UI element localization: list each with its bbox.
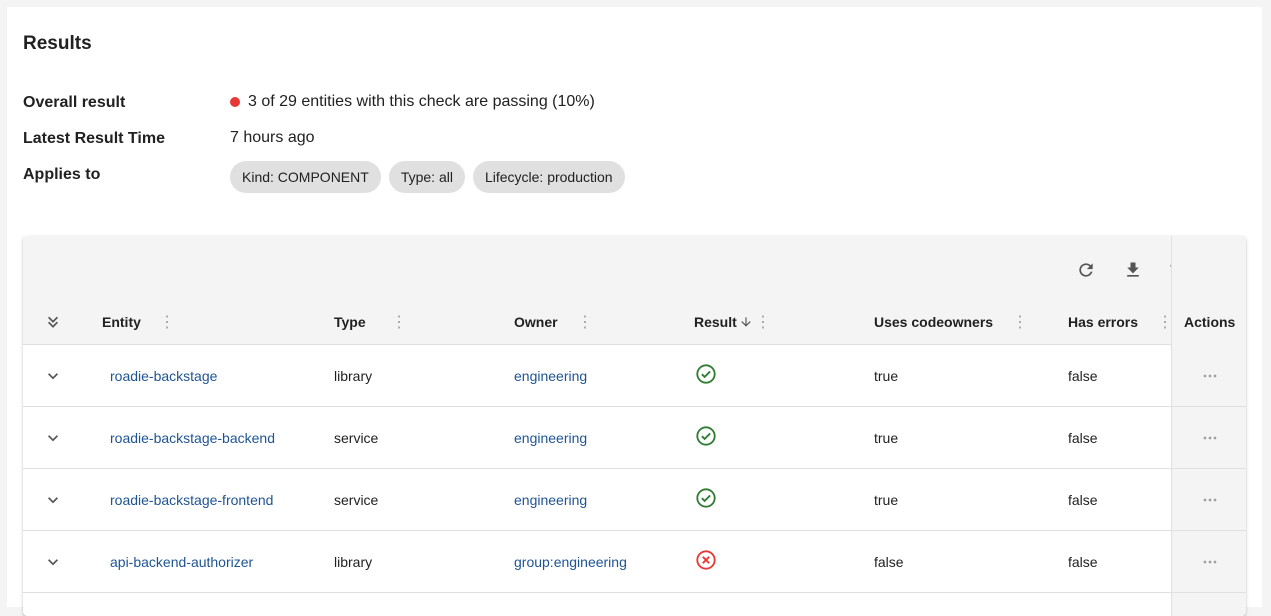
column-menu-icon[interactable]: ⋮	[577, 314, 593, 331]
results-title: Results	[23, 33, 92, 54]
check-circle-icon	[695, 345, 717, 403]
expand-all-icon[interactable]	[43, 300, 63, 344]
results-card: Results Overall result 3 of 29 entities …	[7, 7, 1262, 616]
uses-codeowners-cell: false	[874, 553, 904, 570]
table-row: roadie-backstage-frontend service engineer…	[23, 469, 1246, 531]
expand-row-chevron-down-icon[interactable]	[43, 345, 63, 406]
chip-type: Type: all	[388, 161, 465, 193]
cancel-circle-icon	[695, 531, 717, 589]
overall-result-value: 3 of 29 entities with this check are pas…	[230, 93, 595, 111]
owner-link[interactable]: engineering	[514, 345, 587, 406]
table-header: Entity ⋮ Type ⋮ Owner ⋮ Result ⋮ Uses co…	[23, 300, 1246, 345]
column-menu-icon[interactable]: ⋮	[755, 314, 771, 331]
entity-link[interactable]: roadie-backstage	[110, 345, 217, 406]
has-errors-cell: false	[1068, 553, 1098, 570]
entity-link[interactable]: api-backend-authorizer	[110, 531, 253, 592]
expand-row-chevron-down-icon[interactable]	[43, 469, 63, 530]
column-header-owner[interactable]: Owner	[514, 300, 558, 344]
table-row: api-backend-authorizer library group:engin…	[23, 531, 1246, 593]
column-header-type[interactable]: Type	[334, 300, 366, 344]
column-menu-icon[interactable]: ⋮	[159, 314, 175, 331]
uses-codeowners-cell: true	[874, 367, 899, 384]
expand-row-chevron-down-icon[interactable]	[43, 531, 63, 592]
row-actions-more-icon[interactable]	[1172, 407, 1246, 469]
column-header-result-label: Result	[694, 314, 737, 330]
entity-link[interactable]: roadie-backstage-frontend	[110, 469, 273, 530]
applies-to-chips: Kind: COMPONENT Type: all Lifecycle: pro…	[230, 161, 625, 193]
column-header-has-errors[interactable]: Has errors	[1068, 300, 1138, 344]
has-errors-cell: false	[1068, 429, 1098, 446]
latest-result-time-value: 7 hours ago	[230, 129, 315, 146]
column-header-actions: Actions	[1184, 314, 1236, 330]
column-header-entity[interactable]: Entity	[102, 300, 141, 344]
status-dot-icon	[230, 97, 240, 107]
applies-to-label: Applies to	[23, 166, 101, 183]
refresh-icon[interactable]	[1074, 258, 1098, 282]
type-cell: library	[334, 367, 373, 384]
row-actions-more-icon[interactable]	[1172, 469, 1246, 531]
type-cell: service	[334, 491, 379, 508]
column-header-uses-codeowners[interactable]: Uses codeowners	[874, 300, 993, 344]
chip-lifecycle: Lifecycle: production	[472, 161, 625, 193]
column-header-result[interactable]: Result	[694, 300, 753, 344]
row-actions-more-icon[interactable]	[1172, 531, 1246, 593]
entities-table: Entity ⋮ Type ⋮ Owner ⋮ Result ⋮ Uses co…	[23, 236, 1246, 616]
latest-result-time-label: Latest Result Time	[23, 130, 165, 147]
column-menu-icon[interactable]: ⋮	[1012, 314, 1028, 331]
download-icon[interactable]	[1121, 258, 1145, 282]
table-toolbar	[23, 236, 1246, 300]
check-circle-icon	[695, 469, 717, 527]
table-row: roadie-backstage-backend service engineeri…	[23, 407, 1246, 469]
entity-link[interactable]: roadie-backstage-backend	[110, 407, 275, 468]
column-menu-icon[interactable]: ⋮	[391, 314, 407, 331]
type-cell: service	[334, 429, 379, 446]
uses-codeowners-cell: true	[874, 491, 899, 508]
check-circle-icon	[695, 407, 717, 465]
overall-result-text: 3 of 29 entities with this check are pas…	[248, 93, 595, 110]
chip-kind: Kind: COMPONENT	[230, 161, 381, 193]
uses-codeowners-cell: true	[874, 429, 899, 446]
owner-link[interactable]: engineering	[514, 407, 587, 468]
overall-result-label: Overall result	[23, 94, 126, 111]
has-errors-cell: false	[1068, 367, 1098, 384]
row-actions-more-icon[interactable]	[1172, 345, 1246, 407]
owner-link[interactable]: group:engineering	[514, 531, 627, 592]
sort-arrow-down-icon	[739, 315, 753, 329]
owner-link[interactable]: engineering	[514, 469, 587, 530]
actions-column: Actions	[1171, 236, 1246, 616]
expand-row-chevron-down-icon[interactable]	[43, 407, 63, 468]
type-cell: library	[334, 553, 373, 570]
table-row: roadie-backstage library engineering true fa…	[23, 345, 1246, 407]
has-errors-cell: false	[1068, 491, 1098, 508]
